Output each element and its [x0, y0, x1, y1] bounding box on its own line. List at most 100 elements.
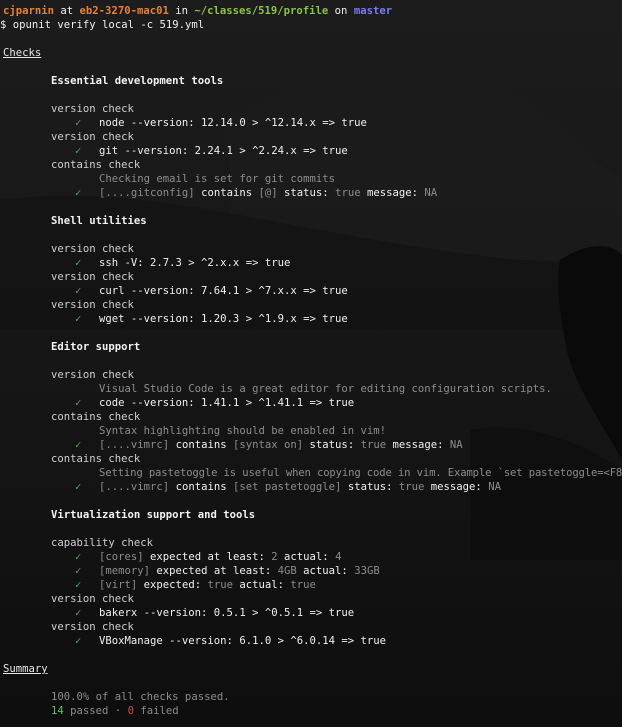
pattern: [set pastetoggle]	[232, 481, 342, 493]
check-pass-icon: ✓	[75, 117, 82, 129]
check-type: version check	[51, 271, 134, 283]
check-result: code --version: 1.41.1 > ^1.41.1 => true	[99, 397, 355, 409]
file-name: [....gitconfig]	[99, 187, 195, 199]
section-title: Virtualization support and tools	[51, 509, 256, 521]
check-pass-icon: ✓	[75, 481, 82, 493]
check-description: Checking email is set for git commits	[99, 173, 335, 185]
expected-label: expected:	[143, 579, 202, 591]
prompt-path: ~/classes/519/profile	[194, 5, 329, 17]
check-result: node --version: 12.14.0 > ^12.14.x => tr…	[99, 117, 367, 129]
pattern: [syntax on]	[232, 439, 304, 451]
check-description: Syntax highlighting should be enabled in…	[99, 425, 387, 437]
summary-heading: Summary	[3, 663, 48, 675]
section-title: Essential development tools	[51, 75, 224, 87]
prompt-user: cjparnin	[3, 5, 55, 17]
check-result: [....gitconfig] contains [@] status: tru…	[99, 186, 437, 200]
check-pass-icon: ✓	[75, 257, 82, 269]
check-pass-icon: ✓	[75, 551, 82, 563]
check-pass-icon: ✓	[75, 285, 82, 297]
capability-name: [memory]	[99, 565, 151, 577]
prompt-host: eb2-3270-mac01	[79, 5, 169, 17]
passed-count: 14	[51, 705, 64, 717]
section-title: Shell utilities	[51, 215, 147, 227]
actual-value: 33GB	[354, 565, 380, 577]
check-pass-icon: ✓	[75, 397, 82, 409]
expected-label: expected at least:	[150, 551, 265, 563]
message-value: NA	[449, 439, 463, 451]
checks-heading: Checks	[3, 47, 42, 59]
passed-label: passed	[63, 705, 109, 717]
message-label: message:	[392, 439, 444, 451]
actual-label: actual:	[284, 551, 329, 563]
contains-keyword: contains	[175, 439, 227, 451]
check-pass-icon: ✓	[75, 635, 82, 647]
command-text: opunit verify local -c 519.yml	[12, 19, 205, 31]
actual-value: 4	[335, 551, 342, 563]
prompt-at: at	[54, 5, 80, 17]
status-value: true	[335, 187, 361, 199]
check-type: version check	[51, 593, 134, 605]
terminal-window[interactable]: cjparnin at eb2-3270-mac01 in ~/classes/…	[0, 0, 622, 727]
status-label: status:	[347, 481, 393, 493]
expected-value: 4GB	[277, 565, 297, 577]
check-result: [memory] expected at least: 4GB actual: …	[99, 564, 380, 578]
check-result: VBoxManage --version: 6.1.0 > ^6.0.14 =>…	[99, 635, 387, 647]
check-pass-icon: ✓	[75, 565, 82, 577]
status-label: status:	[284, 187, 329, 199]
section-title: Editor support	[51, 341, 141, 353]
contains-keyword: contains	[175, 481, 227, 493]
check-pass-icon: ✓	[75, 439, 82, 451]
status-value: true	[360, 439, 387, 451]
prompt-symbol: $	[0, 19, 13, 31]
check-result: [....vimrc] contains [set pastetoggle] s…	[99, 480, 501, 494]
check-type: version check	[51, 103, 134, 115]
check-result: ssh -V: 2.7.3 > ^2.x.x => true	[99, 257, 291, 269]
pattern: [@]	[258, 187, 278, 199]
message-value: NA	[488, 481, 501, 493]
summary-counts: 14 passed · 0 failed	[51, 704, 179, 718]
summary-separator: ·	[108, 705, 128, 717]
check-pass-icon: ✓	[75, 145, 82, 157]
contains-keyword: contains	[201, 187, 253, 199]
actual-label: actual:	[303, 565, 348, 577]
check-type: version check	[51, 299, 134, 311]
expected-label: expected at least:	[156, 565, 272, 577]
failed-label: failed	[133, 705, 179, 717]
check-result: wget --version: 1.20.3 > ^1.9.x => true	[99, 313, 348, 325]
check-type: contains check	[51, 159, 141, 171]
check-type: contains check	[51, 453, 141, 465]
prompt-in: in	[168, 5, 195, 17]
prompt-branch: master	[353, 5, 393, 17]
check-type: version check	[51, 369, 134, 381]
check-description: Visual Studio Code is a great editor for…	[99, 383, 552, 395]
check-type: capability check	[51, 537, 154, 549]
check-result: [virt] expected: true actual: true	[99, 578, 316, 592]
check-result: curl --version: 7.64.1 > ^7.x.x => true	[99, 285, 348, 297]
message-label: message:	[430, 481, 482, 493]
check-pass-icon: ✓	[75, 607, 82, 619]
file-name: [....vimrc]	[99, 481, 170, 493]
command-line[interactable]: $ opunit verify local -c 519.yml	[0, 18, 204, 32]
message-label: message:	[366, 187, 418, 199]
capability-name: [cores]	[99, 551, 144, 563]
actual-label: actual:	[239, 579, 285, 591]
check-description: Setting pastetoggle is useful when copyi…	[99, 467, 622, 479]
capability-name: [virt]	[99, 579, 138, 591]
check-result: bakerx --version: 0.5.1 > ^0.5.1 => true	[99, 607, 355, 619]
expected-value: true	[207, 579, 233, 591]
check-result: [....vimrc] contains [syntax on] status:…	[99, 438, 463, 452]
summary-percent: 100.0% of all checks passed.	[51, 691, 230, 703]
check-result: git --version: 2.24.1 > ^2.24.x => true	[99, 145, 348, 157]
shell-prompt: cjparnin at eb2-3270-mac01 in ~/classes/…	[3, 4, 392, 18]
check-pass-icon: ✓	[75, 313, 82, 325]
check-type: version check	[51, 243, 134, 255]
file-name: [....vimrc]	[99, 439, 170, 451]
check-pass-icon: ✓	[75, 187, 82, 199]
status-value: true	[398, 481, 425, 493]
check-type: contains check	[51, 411, 141, 423]
prompt-on: on	[328, 5, 354, 17]
check-pass-icon: ✓	[75, 579, 82, 591]
check-type: version check	[51, 621, 134, 633]
status-label: status:	[309, 439, 355, 451]
message-value: NA	[424, 187, 438, 199]
